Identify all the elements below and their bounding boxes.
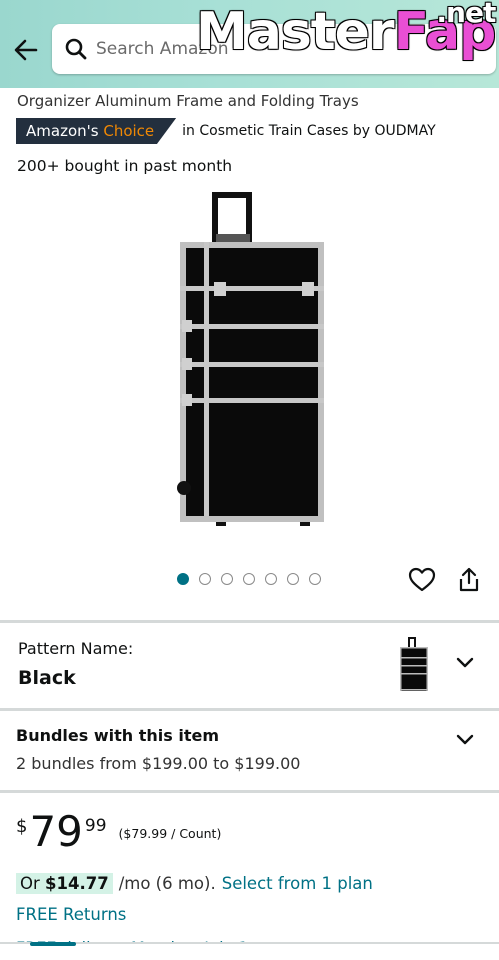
monthly-highlight: Or $14.77: [16, 872, 113, 894]
amazons-choice-badge: Amazon's Choice: [16, 118, 177, 144]
back-button[interactable]: [10, 34, 42, 66]
top-bar: MasterFap.net: [0, 0, 499, 88]
search-icon: [65, 38, 87, 60]
watermark-net: .net: [436, 0, 496, 29]
carousel-dot[interactable]: [287, 573, 299, 585]
choice-badge-prefix: Amazon's: [26, 122, 99, 140]
choice-category[interactable]: in Cosmetic Train Cases by OUDMAY: [182, 123, 435, 139]
monthly-terms: /mo (6 mo).: [118, 873, 216, 893]
bought-count: 200+ bought in past month: [17, 157, 233, 175]
product-title-tail[interactable]: Organizer Aluminum Frame and Folding Tra…: [17, 92, 359, 110]
carousel-dot[interactable]: [243, 573, 255, 585]
price-fraction: 99: [84, 816, 107, 836]
bundles-title: Bundles with this item: [16, 726, 220, 745]
product-image[interactable]: [160, 188, 340, 528]
add-to-wishlist-button[interactable]: [408, 566, 436, 594]
monthly-prefix: Or: [20, 873, 40, 893]
carousel-dot[interactable]: [221, 573, 233, 585]
section-divider: [0, 620, 499, 623]
free-returns-link[interactable]: FREE Returns: [16, 905, 126, 924]
heart-icon: [408, 567, 436, 592]
price-per-unit: ($79.99 / Count): [118, 826, 222, 841]
pattern-value: Black: [18, 667, 76, 689]
carousel-dot[interactable]: [177, 573, 189, 585]
watermark-logo: MasterFap .net: [196, 0, 496, 62]
image-carousel-dots: [177, 573, 321, 585]
bottom-bar: [0, 942, 499, 960]
pattern-label: Pattern Name:: [18, 639, 134, 658]
bottom-indicator: [30, 942, 76, 946]
amazons-choice-row: Amazon's Choice in Cosmetic Train Cases …: [16, 118, 436, 144]
bundles-subtitle: 2 bundles from $199.00 to $199.00: [16, 754, 301, 773]
section-divider: [0, 790, 499, 793]
section-divider: [0, 708, 499, 711]
carousel-dot[interactable]: [199, 573, 211, 585]
bundles-section[interactable]: Bundles with this item 2 bundles from $1…: [0, 712, 499, 790]
monthly-amount: $14.77: [45, 873, 109, 893]
price-symbol: $: [16, 816, 28, 837]
select-plan-link[interactable]: Select from 1 plan: [222, 874, 373, 893]
share-icon: [459, 567, 479, 592]
share-button[interactable]: [455, 566, 483, 594]
carousel-dot[interactable]: [265, 573, 277, 585]
pattern-thumbnail[interactable]: [396, 637, 430, 693]
price: $ 79 99 ($79.99 / Count): [16, 808, 221, 864]
monthly-payment: Or $14.77 /mo (6 mo). Select from 1 plan: [16, 871, 373, 895]
price-whole: 79: [29, 807, 83, 856]
choice-badge-accent: Choice: [103, 122, 155, 140]
chevron-down-icon[interactable]: [454, 651, 476, 673]
carousel-dot[interactable]: [309, 573, 321, 585]
back-arrow-icon: [14, 39, 38, 61]
chevron-down-icon[interactable]: [454, 728, 476, 750]
pattern-selector[interactable]: Pattern Name: Black: [0, 625, 499, 709]
